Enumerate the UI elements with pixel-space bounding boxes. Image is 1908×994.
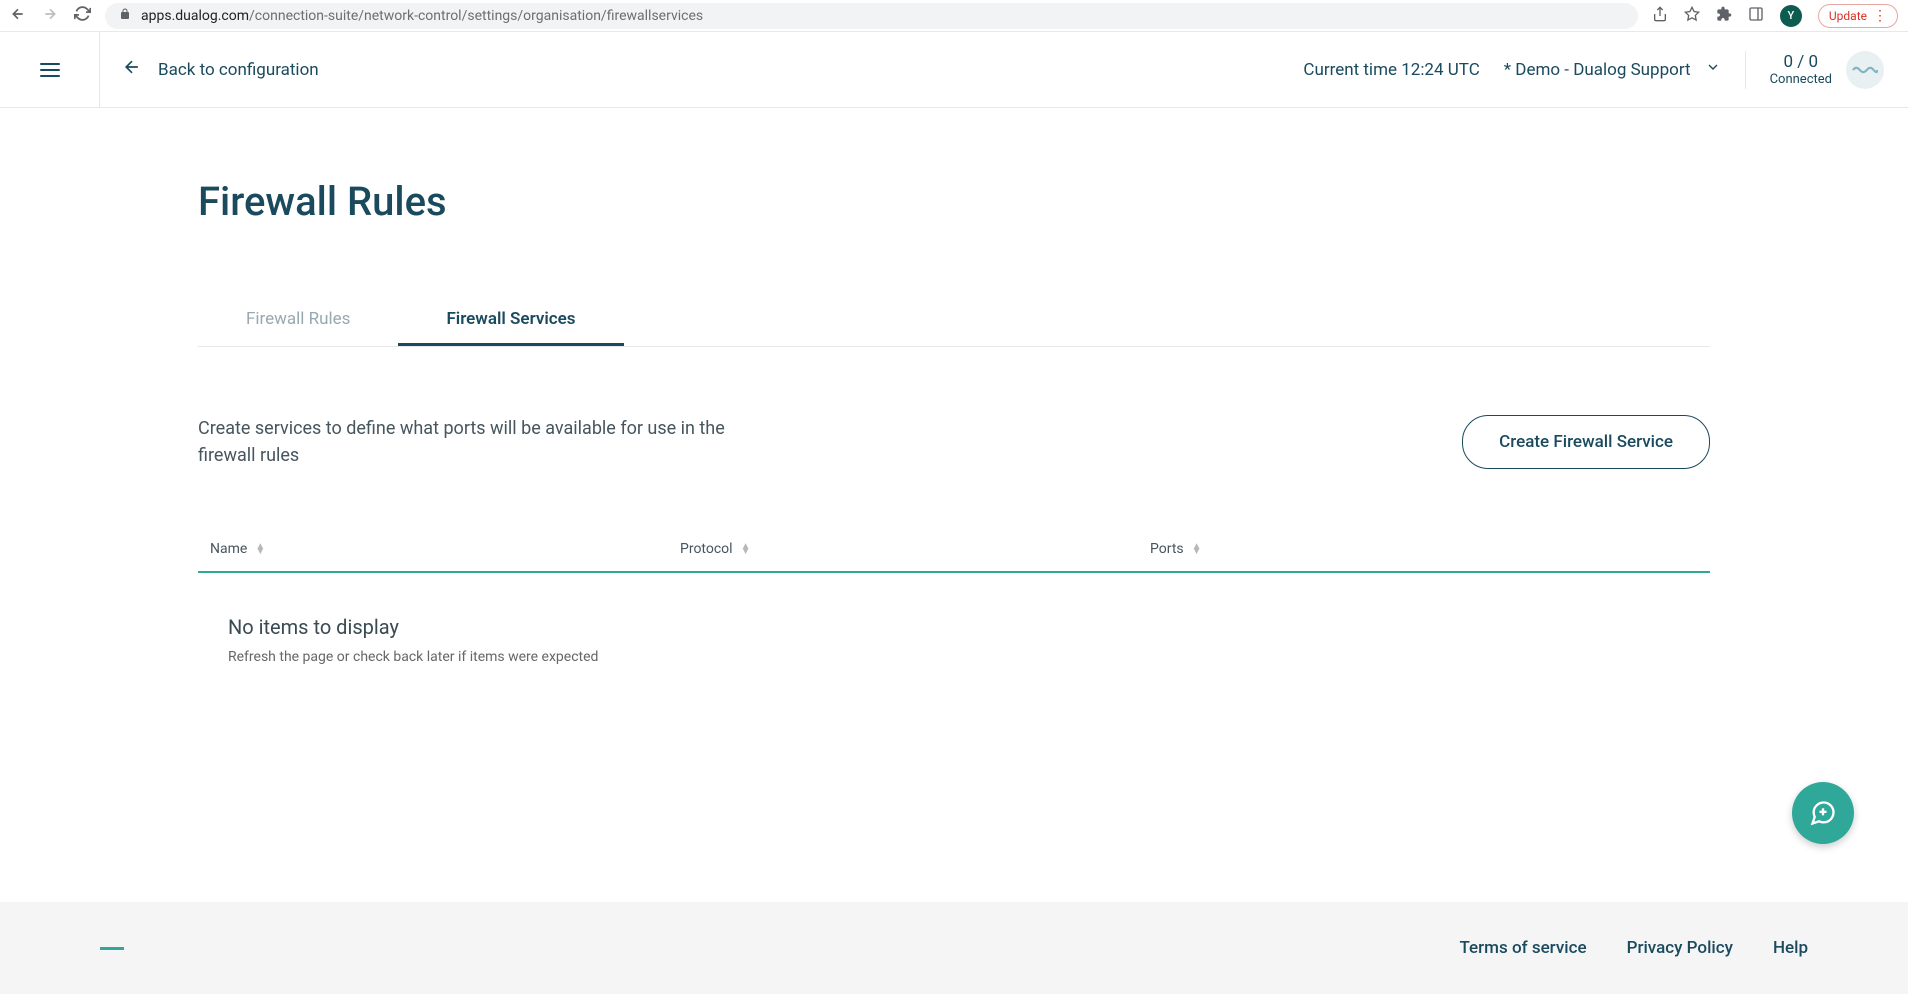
sort-icon: ▲▼ <box>741 544 751 554</box>
sort-icon: ▲▼ <box>1192 544 1202 554</box>
url-bar[interactable]: apps.dualog.com/connection-suite/network… <box>105 3 1638 29</box>
menu-section <box>0 32 100 107</box>
create-firewall-service-button[interactable]: Create Firewall Service <box>1462 415 1710 469</box>
sync-count: 0 / 0 <box>1784 52 1819 72</box>
connection-status: 0 / 0 Connected <box>1745 51 1908 89</box>
url-text: apps.dualog.com/connection-suite/network… <box>141 8 703 24</box>
tabs: Firewall Rules Firewall Services <box>198 295 1710 347</box>
back-icon[interactable] <box>10 6 26 26</box>
services-table: Name ▲▼ Protocol ▲▼ Ports ▲▼ No items to… <box>198 531 1710 707</box>
column-name[interactable]: Name ▲▼ <box>210 541 680 557</box>
back-label: Back to configuration <box>158 60 319 80</box>
section-row: Create services to define what ports wil… <box>198 415 1710 469</box>
tab-firewall-rules[interactable]: Firewall Rules <box>198 295 398 346</box>
chevron-down-icon <box>1705 59 1721 80</box>
privacy-link[interactable]: Privacy Policy <box>1627 938 1733 958</box>
empty-subtitle: Refresh the page or check back later if … <box>228 649 1680 665</box>
arrow-left-icon <box>122 57 142 82</box>
footer: Terms of service Privacy Policy Help <box>0 902 1908 994</box>
app-header: Back to configuration Current time 12:24… <box>0 32 1908 108</box>
empty-state: No items to display Refresh the page or … <box>198 573 1710 707</box>
header-right: Current time 12:24 UTC * Demo - Dualog S… <box>1303 51 1908 89</box>
org-name: * Demo - Dualog Support <box>1504 60 1691 80</box>
wave-icon <box>1846 51 1884 89</box>
browser-chrome: apps.dualog.com/connection-suite/network… <box>0 0 1908 32</box>
help-link[interactable]: Help <box>1773 938 1808 958</box>
nav-icons <box>10 5 91 26</box>
forward-icon <box>42 6 58 26</box>
column-ports[interactable]: Ports ▲▼ <box>1150 541 1698 557</box>
table-header: Name ▲▼ Protocol ▲▼ Ports ▲▼ <box>198 531 1710 573</box>
hamburger-icon[interactable] <box>40 63 60 77</box>
footer-links: Terms of service Privacy Policy Help <box>1459 938 1808 958</box>
connected-label: Connected <box>1770 72 1832 87</box>
reload-icon[interactable] <box>74 5 91 26</box>
back-link[interactable]: Back to configuration <box>100 57 319 82</box>
empty-title: No items to display <box>228 615 1680 639</box>
section-description: Create services to define what ports wil… <box>198 415 778 469</box>
footer-logo <box>100 947 124 950</box>
avatar[interactable]: Y <box>1780 5 1802 27</box>
terms-link[interactable]: Terms of service <box>1459 938 1586 958</box>
current-time: Current time 12:24 UTC <box>1303 60 1479 80</box>
extensions-icon[interactable] <box>1716 6 1732 26</box>
share-icon[interactable] <box>1652 6 1668 26</box>
sort-icon: ▲▼ <box>255 544 265 554</box>
org-selector[interactable]: * Demo - Dualog Support <box>1504 59 1721 80</box>
page-title: Firewall Rules <box>198 178 1710 225</box>
main-content: Firewall Rules Firewall Rules Firewall S… <box>0 108 1908 707</box>
lock-icon <box>119 8 131 23</box>
panel-icon[interactable] <box>1748 6 1764 26</box>
more-icon: ⋮ <box>1873 8 1887 24</box>
update-button[interactable]: Update ⋮ <box>1818 4 1898 28</box>
chat-fab[interactable] <box>1792 782 1854 844</box>
column-protocol[interactable]: Protocol ▲▼ <box>680 541 1150 557</box>
chrome-right: Y Update ⋮ <box>1652 4 1898 28</box>
star-icon[interactable] <box>1684 6 1700 26</box>
tab-firewall-services[interactable]: Firewall Services <box>398 295 623 346</box>
